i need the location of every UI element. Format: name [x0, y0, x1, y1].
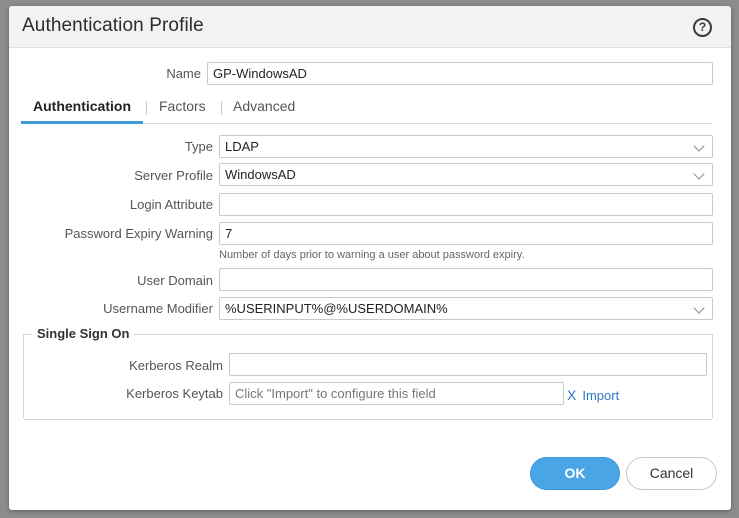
username-modifier-value: %USERINPUT%@%USERDOMAIN%	[225, 301, 448, 316]
active-tab-indicator	[21, 121, 143, 124]
login-attribute-field[interactable]	[219, 193, 713, 216]
chevron-down-icon[interactable]	[693, 168, 705, 180]
server-profile-value: WindowsAD	[225, 167, 296, 182]
import-label[interactable]: Import	[582, 388, 619, 403]
kerberos-realm-field[interactable]	[229, 353, 707, 376]
tab-advanced[interactable]: Advanced	[233, 98, 295, 114]
sso-fieldset	[23, 334, 713, 420]
dialog-title: Authentication Profile	[22, 15, 204, 36]
type-value: LDAP	[225, 139, 259, 154]
cancel-button[interactable]: Cancel	[626, 457, 717, 490]
user-domain-label: User Domain	[137, 273, 213, 288]
password-expiry-label: Password Expiry Warning	[64, 226, 213, 241]
username-modifier-label: Username Modifier	[103, 301, 213, 316]
chevron-down-icon[interactable]	[693, 302, 705, 314]
user-domain-field[interactable]	[219, 268, 713, 291]
tab-authentication[interactable]: Authentication	[33, 98, 131, 114]
dialog-titlebar: Authentication Profile ?	[9, 6, 731, 48]
sso-legend: Single Sign On	[32, 326, 135, 341]
tab-separator	[146, 101, 147, 115]
server-profile-label: Server Profile	[134, 168, 213, 183]
type-select[interactable]: LDAP	[219, 135, 713, 158]
type-label: Type	[184, 139, 213, 154]
chevron-down-icon[interactable]	[693, 140, 705, 152]
ok-button[interactable]: OK	[530, 457, 620, 490]
clear-x-icon[interactable]: X	[567, 387, 576, 403]
username-modifier-select[interactable]: %USERINPUT%@%USERDOMAIN%	[219, 297, 713, 320]
name-field[interactable]: GP-WindowsAD	[207, 62, 713, 85]
server-profile-select[interactable]: WindowsAD	[219, 163, 713, 186]
import-link[interactable]: X Import	[567, 387, 619, 403]
authentication-profile-dialog: Authentication Profile ? Name GP-Windows…	[9, 6, 731, 510]
tab-factors[interactable]: Factors	[159, 98, 206, 114]
help-icon[interactable]: ?	[693, 18, 712, 37]
tab-separator	[221, 101, 222, 115]
kerberos-realm-label: Kerberos Realm	[129, 358, 223, 373]
password-expiry-hint: Number of days prior to warning a user a…	[219, 249, 525, 261]
kerberos-keytab-label: Kerberos Keytab	[126, 386, 223, 401]
kerberos-keytab-field[interactable]: Click "Import" to configure this field	[229, 382, 564, 405]
login-attribute-label: Login Attribute	[129, 197, 213, 212]
password-expiry-field[interactable]: 7	[219, 222, 713, 245]
name-label: Name	[166, 66, 201, 81]
